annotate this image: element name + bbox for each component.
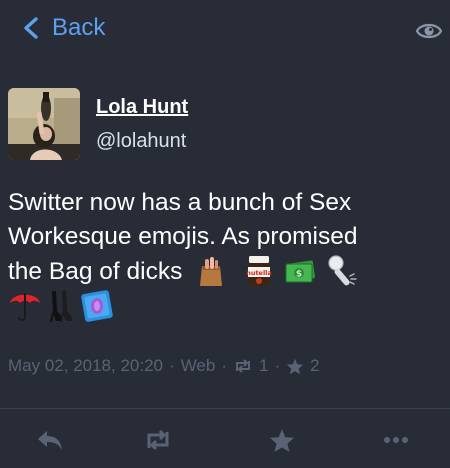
retweet-icon	[236, 359, 251, 373]
red-umbrella-emoji	[8, 289, 42, 323]
divider	[0, 408, 450, 409]
status-line-1: Switter now has a bunch of Sex	[8, 189, 352, 216]
vibrator-emoji	[326, 254, 360, 288]
back-button[interactable]: Back	[22, 14, 105, 42]
action-bar	[0, 420, 450, 460]
status-content: Switter now has a bunch of Sex Workesque…	[8, 186, 442, 324]
condom-emoji	[80, 289, 114, 323]
display-name[interactable]: Lola Hunt	[96, 96, 188, 119]
favourite-button[interactable]	[266, 426, 298, 454]
bag-of-dicks-emoji	[194, 254, 228, 288]
retweet-icon	[147, 429, 169, 451]
status-line-3-text: the Bag of dicks	[8, 258, 183, 285]
svg-text:$: $	[296, 270, 302, 280]
separator: ·	[221, 356, 228, 375]
star-icon	[270, 428, 294, 452]
status-application: Web	[180, 356, 216, 375]
favourite-count: 2	[310, 356, 320, 375]
status-line-2: Workesque emojis. As promised	[8, 223, 358, 250]
eye-icon[interactable]	[416, 20, 442, 42]
reply-button[interactable]	[34, 426, 66, 454]
boost-button[interactable]	[142, 426, 174, 454]
nutella-emoji: nutella	[242, 254, 276, 288]
heels-emoji	[44, 289, 78, 323]
more-button[interactable]	[380, 426, 412, 454]
status-meta: May 02, 2018, 20:20 · Web · 1 · 2	[8, 356, 320, 376]
status-line-4	[8, 289, 442, 324]
reply-icon	[38, 431, 62, 450]
more-icon	[384, 437, 408, 443]
nutella-label: nutella	[247, 269, 273, 277]
star-icon	[287, 358, 304, 374]
back-label: Back	[52, 14, 106, 41]
top-bar: Back	[0, 0, 450, 60]
chevron-left-icon	[24, 17, 38, 39]
account-handle: @lolahunt	[96, 130, 187, 152]
separator: ·	[274, 356, 281, 375]
avatar-image	[8, 88, 80, 160]
avatar[interactable]	[8, 88, 80, 160]
separator: ·	[169, 356, 175, 375]
status-line-3: the Bag of dicks nutella $	[8, 254, 442, 289]
reblog-count: 1	[259, 356, 269, 375]
money-emoji: $	[284, 254, 318, 288]
status-timestamp[interactable]: May 02, 2018, 20:20	[8, 356, 163, 376]
